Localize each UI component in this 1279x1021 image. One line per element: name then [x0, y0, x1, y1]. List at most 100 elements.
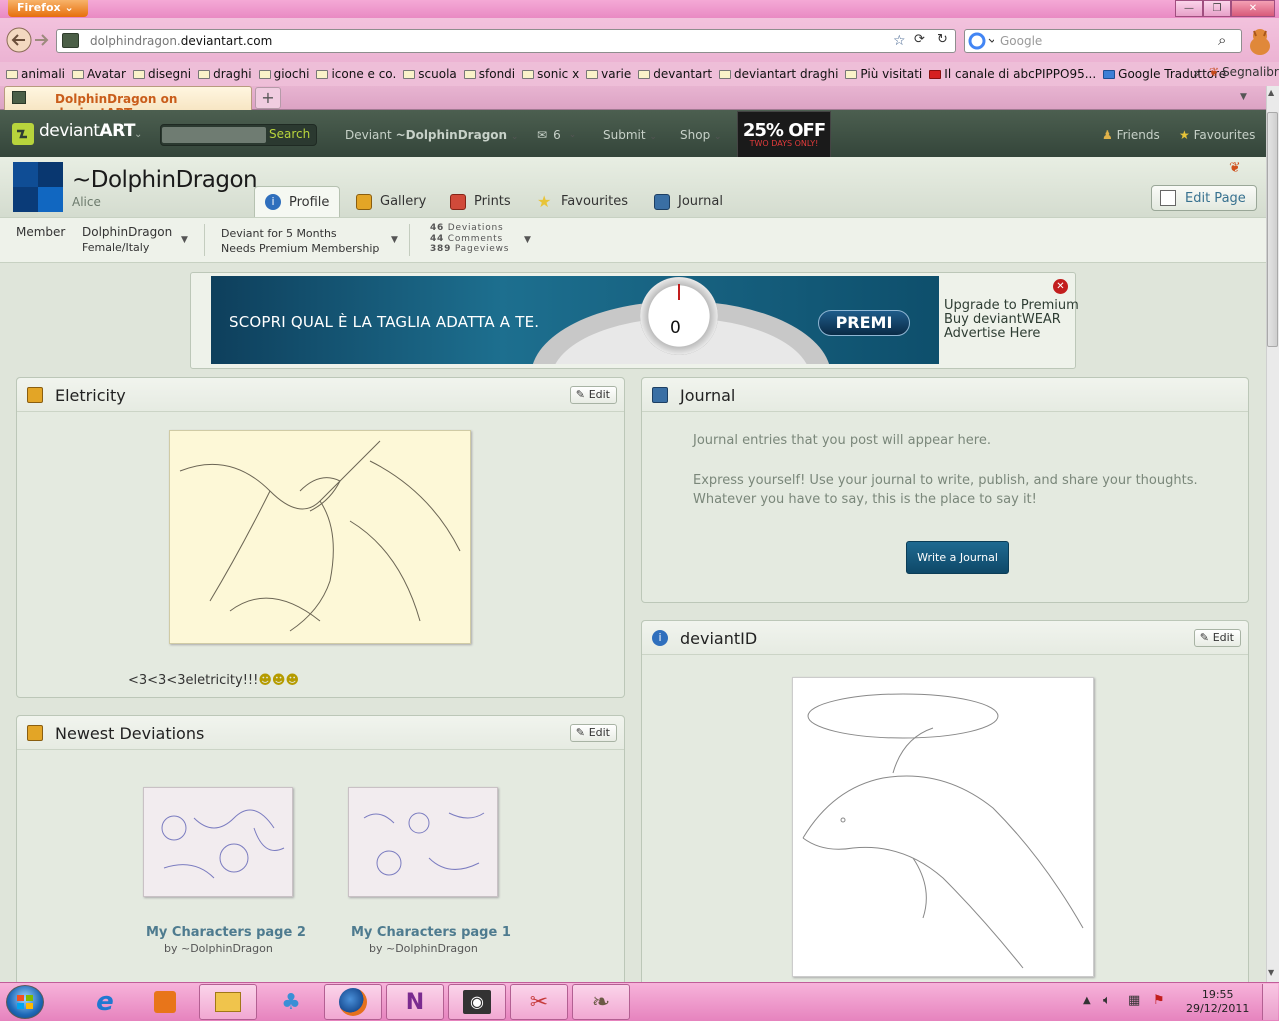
history-icon[interactable]: ⟳: [914, 32, 925, 47]
write-journal-button[interactable]: Write a Journal: [906, 541, 1009, 574]
tray-expand-icon[interactable]: ▲: [1083, 995, 1091, 1006]
start-button[interactable]: [6, 985, 44, 1019]
deviation-author[interactable]: by ~DolphinDragon: [369, 942, 478, 955]
firefox-cat-icon[interactable]: [1246, 26, 1274, 56]
new-tab-button[interactable]: +: [255, 87, 281, 109]
deviation-thumbnail[interactable]: [143, 787, 293, 897]
taskbar-explorer[interactable]: [199, 984, 257, 1020]
deviantid-title: deviantID: [680, 629, 758, 648]
stats-counts-block[interactable]: 46 Deviations 44 Comments 389 Pageviews: [430, 223, 509, 255]
taskbar-clock[interactable]: 19:55 29/12/2011: [1186, 988, 1249, 1016]
tab-prints[interactable]: Prints: [440, 186, 521, 217]
firefox-menu-button[interactable]: Firefox ⌄: [8, 0, 88, 17]
bookmark-item[interactable]: draghi: [198, 67, 252, 81]
da-search-button[interactable]: Search: [269, 127, 310, 141]
window-title-bar: [0, 0, 1279, 18]
google-engine-icon[interactable]: [968, 32, 994, 50]
deviantid-edit-button[interactable]: Edit: [1193, 629, 1241, 647]
bookmark-item[interactable]: varie: [586, 67, 631, 81]
bookmarks-overflow[interactable]: »: [1193, 66, 1200, 80]
da-logo-icon[interactable]: [12, 123, 34, 145]
shop-menu[interactable]: Shop ⌄: [680, 128, 722, 142]
taskbar-ie[interactable]: e: [76, 984, 134, 1020]
scrollbar-thumb[interactable]: [1267, 112, 1278, 347]
bookmark-item[interactable]: devantart: [638, 67, 712, 81]
deviation-thumbnail[interactable]: [348, 787, 498, 897]
bookmark-item[interactable]: deviantart draghi: [719, 67, 838, 81]
search-magnifier-icon[interactable]: ⌕: [1218, 31, 1226, 49]
deviantid-photo[interactable]: [792, 677, 1094, 977]
deviation-title[interactable]: My Characters page 1: [351, 925, 511, 940]
da-search-input[interactable]: [162, 127, 266, 143]
avatar[interactable]: [13, 162, 63, 212]
action-center-flag-icon[interactable]: ⚑: [1153, 993, 1165, 1008]
volume-icon[interactable]: 🔈︎: [1103, 993, 1111, 1008]
bookmark-item[interactable]: icone e co.: [316, 67, 396, 81]
close-window-button[interactable]: ✕: [1231, 0, 1275, 17]
tab-gallery[interactable]: Gallery: [346, 186, 436, 217]
bookmark-label: animali: [21, 67, 66, 81]
eletricity-artwork[interactable]: [169, 430, 471, 644]
bookmark-item[interactable]: sfondi: [463, 67, 515, 81]
tab-profile[interactable]: i Profile: [254, 186, 341, 217]
taskbar-app-eye[interactable]: ◉: [448, 984, 506, 1020]
browser-tab-active[interactable]: DolphinDragon on deviantART: [4, 86, 252, 120]
buy-deviantwear-link[interactable]: Buy deviantWEAR: [944, 313, 1079, 327]
chevron-down-icon[interactable]: ▼: [524, 235, 531, 245]
taskbar-snipping[interactable]: ✂: [510, 984, 568, 1020]
messages-count: 6: [553, 128, 561, 142]
submit-menu[interactable]: Submit ⌄: [603, 128, 657, 142]
tab-favourites[interactable]: ★ Favourites: [527, 186, 638, 217]
taskbar-messenger[interactable]: ♣: [262, 984, 320, 1020]
ad-premi-button[interactable]: PREMI: [818, 310, 910, 336]
windows-logo-icon: [17, 995, 33, 1009]
bookmark-item[interactable]: sonic x: [522, 67, 579, 81]
maximize-button[interactable]: ❐: [1203, 0, 1231, 17]
bookmark-item[interactable]: Il canale di abcPIPPO95...: [929, 67, 1096, 81]
reload-icon[interactable]: ↻: [937, 32, 948, 47]
journal-help-text: Express yourself! Use your journal to wr…: [693, 473, 1198, 507]
bookmark-item[interactable]: Più visitati: [845, 67, 922, 81]
deviation-title[interactable]: My Characters page 2: [146, 925, 306, 940]
bookmark-item[interactable]: Avatar: [72, 67, 126, 81]
show-desktop-button[interactable]: [1262, 984, 1278, 1020]
stats-name-block[interactable]: DolphinDragon Female/Italy: [82, 225, 172, 255]
bookmark-item[interactable]: Google Traduttore: [1103, 67, 1226, 81]
advertise-here-link[interactable]: Advertise Here: [944, 327, 1079, 341]
tab-list-icon[interactable]: ▼: [1240, 92, 1247, 102]
stats-membership-block[interactable]: Deviant for 5 Months Needs Premium Membe…: [221, 226, 379, 256]
deviation-author[interactable]: by ~DolphinDragon: [164, 942, 273, 955]
eletricity-edit-button[interactable]: Edit: [569, 386, 617, 404]
chevron-down-icon[interactable]: ▼: [181, 235, 188, 245]
da-logo-text[interactable]: deviantART: [39, 121, 135, 141]
bookmark-item[interactable]: scuola: [403, 67, 457, 81]
chevron-down-icon[interactable]: ▼: [391, 235, 398, 245]
da-logo-dropdown-icon[interactable]: ⌄: [134, 129, 142, 140]
bookmark-item[interactable]: disegni: [132, 67, 191, 81]
minimize-button[interactable]: —: [1175, 0, 1203, 17]
taskbar-gimp[interactable]: ❧: [572, 984, 630, 1020]
user-menu[interactable]: Deviant ~DolphinDragon ⌄: [345, 128, 518, 142]
journal-icon: [654, 193, 670, 210]
upgrade-premium-link[interactable]: Upgrade to Premium: [944, 299, 1079, 313]
network-icon[interactable]: ▦: [1128, 993, 1140, 1008]
favourites-link[interactable]: ★ Favourites: [1179, 128, 1255, 142]
bookmark-item[interactable]: giochi: [258, 67, 309, 81]
messages-menu[interactable]: ✉ 6 ⌄: [537, 128, 576, 142]
taskbar-media-player[interactable]: [136, 984, 194, 1020]
taskbar-firefox[interactable]: [324, 984, 382, 1020]
back-forward-buttons[interactable]: [5, 26, 51, 54]
scroll-up-icon[interactable]: ▲: [1268, 88, 1274, 97]
bookmark-item[interactable]: animali: [6, 67, 65, 81]
tab-journal[interactable]: Journal: [644, 186, 733, 217]
friends-link[interactable]: ♟ Friends: [1102, 128, 1160, 142]
scroll-down-icon[interactable]: ▼: [1268, 968, 1274, 977]
bookmark-star-icon[interactable]: ☆: [893, 33, 906, 49]
ad-close-icon[interactable]: ✕: [1053, 279, 1068, 294]
promo-badge[interactable]: 25% OFF TWO DAYS ONLY!: [737, 111, 831, 159]
newest-edit-button[interactable]: Edit: [569, 724, 617, 742]
journal-title: Journal: [680, 386, 736, 405]
taskbar-onenote[interactable]: N: [386, 984, 444, 1020]
bookmarks-menu[interactable]: ❦ Segnalibri: [1209, 65, 1279, 79]
newest-deviations-widget: Newest Deviations Edit: [16, 715, 625, 985]
